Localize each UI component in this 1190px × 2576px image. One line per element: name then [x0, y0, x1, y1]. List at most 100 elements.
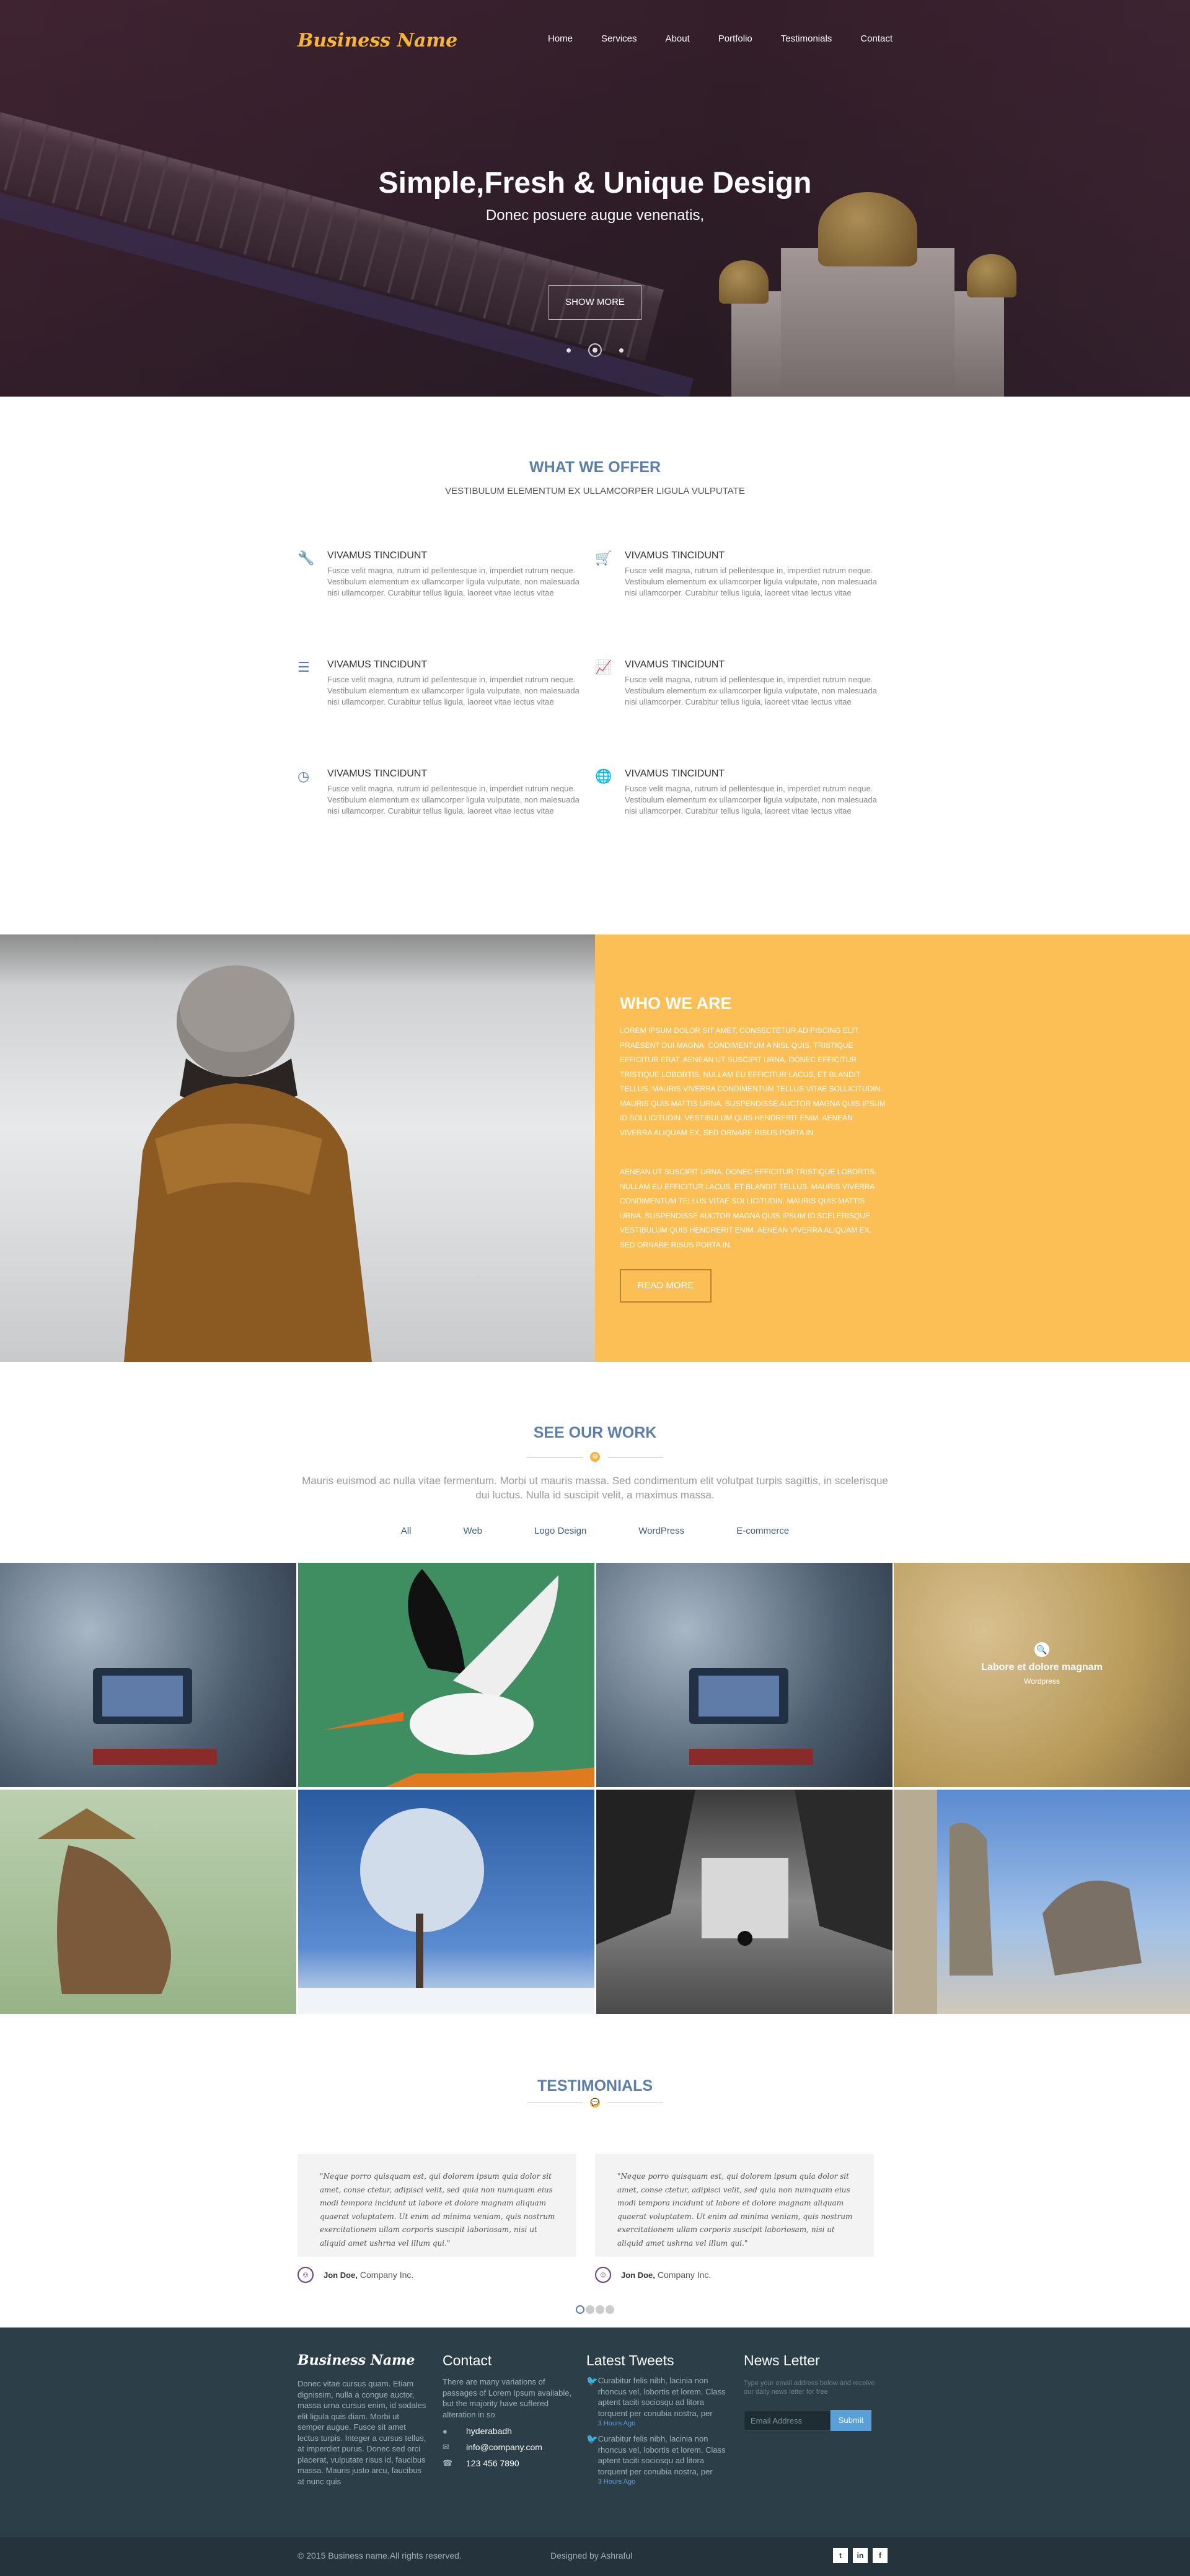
- filter-logo-design[interactable]: Logo Design: [534, 1526, 586, 1536]
- mail-icon: ✉: [443, 2442, 449, 2451]
- nav-testimonials[interactable]: Testimonials: [781, 33, 832, 44]
- portfolio-tile[interactable]: [0, 1563, 296, 1787]
- author-name: Jon Doe,: [621, 2270, 655, 2280]
- feature-text: Fusce velit magna, rutrum id pellentesqu…: [625, 675, 877, 706]
- main-nav: Home Services About Portfolio Testimonia…: [519, 33, 892, 44]
- carousel-dot[interactable]: [596, 2305, 604, 2314]
- filter-web[interactable]: Web: [463, 1526, 482, 1536]
- facebook-icon[interactable]: f: [873, 2548, 888, 2563]
- location-icon: ●: [443, 2426, 447, 2436]
- testimonial-quote: "Neque porro quisquam est, qui dolorem i…: [617, 2172, 853, 2248]
- slider-dot[interactable]: [566, 348, 571, 353]
- offer-subtitle: VESTIBULUM ELEMENTUM EX ULLAMCORPER LIGU…: [445, 486, 745, 496]
- testimonial-card: "Neque porro quisquam est, qui dolorem i…: [595, 2154, 874, 2257]
- hero-subtitle: Donec posuere augue venenatis,: [485, 207, 705, 224]
- portfolio-tile[interactable]: [894, 1790, 1190, 2014]
- newsletter-title: News Letter: [744, 2352, 820, 2368]
- carousel-dot-active[interactable]: [576, 2305, 584, 2314]
- read-more-button[interactable]: READ MORE: [620, 1269, 712, 1303]
- feature-item: ◷ VIVAMUS TINCIDUNT Fusce velit magna, r…: [298, 768, 589, 837]
- nav-home[interactable]: Home: [548, 33, 573, 44]
- wrench-icon: 🔧: [298, 550, 315, 566]
- filter-ecommerce[interactable]: E-commerce: [736, 1526, 789, 1536]
- author-company: Company Inc.: [359, 2270, 414, 2280]
- tweet-time: 3 Hours Ago: [597, 2420, 636, 2427]
- tile-hover-title: Labore et dolore magnam: [981, 1662, 1103, 1673]
- tweet-time: 3 Hours Ago: [597, 2478, 636, 2486]
- testimonial-author: ☺ Jon Doe, Company Inc.: [595, 2267, 711, 2283]
- designer-credit[interactable]: Designed by Ashraful: [550, 2551, 632, 2561]
- feature-item: 🌐 VIVAMUS TINCIDUNT Fusce velit magna, r…: [595, 768, 886, 837]
- contact-address: hyderabadh: [466, 2426, 512, 2436]
- site-logo[interactable]: Business Name: [298, 30, 457, 51]
- portfolio-tile[interactable]: [596, 1790, 892, 2014]
- tweet-text: Curabitur felis nibh, lacinia non rhoncu…: [597, 2434, 726, 2476]
- footer-tweets: Latest Tweets 🐦 Curabitur felis nibh, la…: [586, 2352, 735, 2486]
- feature-item: 🔧 VIVAMUS TINCIDUNT Fusce velit magna, r…: [298, 550, 589, 618]
- who-title: WHO WE ARE: [620, 994, 732, 1013]
- feature-item: 📈 VIVAMUS TINCIDUNT Fusce velit magna, r…: [595, 659, 886, 728]
- tweet-text: Curabitur felis nibh, lacinia non rhoncu…: [597, 2376, 726, 2418]
- newsletter-text: Type your email address below and receiv…: [744, 2380, 875, 2396]
- footer-logo[interactable]: Business Name: [298, 2352, 428, 2368]
- filter-wordpress[interactable]: WordPress: [638, 1526, 684, 1536]
- show-more-button[interactable]: SHOW MORE: [549, 285, 641, 320]
- feature-text: Fusce velit magna, rutrum id pellentesqu…: [327, 675, 580, 706]
- nav-contact[interactable]: Contact: [860, 33, 892, 44]
- feature-title: VIVAMUS TINCIDUNT: [625, 550, 725, 561]
- twitter-icon[interactable]: t: [833, 2548, 848, 2563]
- tweets-title: Latest Tweets: [586, 2352, 674, 2368]
- chart-icon: 📈: [595, 659, 612, 675]
- footer-about-text: Donec vitae cursus quam. Etiam dignissim…: [298, 2379, 426, 2486]
- contact-email[interactable]: info@company.com: [466, 2442, 542, 2452]
- newsletter-submit-button[interactable]: Submit: [831, 2410, 871, 2431]
- carousel-dot[interactable]: [586, 2305, 594, 2314]
- testimonials-title: TESTIMONIALS: [537, 2077, 653, 2095]
- feature-text: Fusce velit magna, rutrum id pellentesqu…: [327, 784, 580, 815]
- nav-portfolio[interactable]: Portfolio: [718, 33, 752, 44]
- globe-icon: 🌐: [595, 768, 612, 784]
- portfolio-tile-hover[interactable]: 🔍 Labore et dolore magnam Wordpress: [894, 1563, 1190, 1787]
- person-illustration: [124, 965, 372, 1362]
- portfolio-tile[interactable]: [298, 1563, 594, 1787]
- feature-title: VIVAMUS TINCIDUNT: [625, 768, 725, 779]
- offer-title: WHAT WE OFFER: [529, 459, 661, 476]
- tile-hover-category: Wordpress: [1024, 1677, 1060, 1686]
- copyright: © 2015 Business name.All rights reserved…: [298, 2551, 462, 2561]
- portfolio-tile[interactable]: [0, 1790, 296, 2014]
- contact-title: Contact: [443, 2352, 492, 2368]
- zoom-icon[interactable]: 🔍: [1034, 1642, 1049, 1657]
- database-icon: ☰: [298, 659, 310, 675]
- avatar-icon: ☺: [298, 2267, 314, 2283]
- filter-all[interactable]: All: [401, 1526, 412, 1536]
- newsletter-email-input[interactable]: Email Address: [744, 2410, 831, 2431]
- feature-title: VIVAMUS TINCIDUNT: [327, 768, 428, 779]
- slider-dot[interactable]: [619, 348, 624, 353]
- portfolio-tile[interactable]: [596, 1563, 892, 1787]
- linkedin-icon[interactable]: in: [853, 2548, 868, 2563]
- avatar-icon: ☺: [595, 2267, 611, 2283]
- author-company: Company Inc.: [657, 2270, 712, 2280]
- feature-text: Fusce velit magna, rutrum id pellentesqu…: [625, 566, 877, 597]
- divider: 💬: [0, 2098, 1190, 2108]
- feature-item: 🛒 VIVAMUS TINCIDUNT Fusce velit magna, r…: [595, 550, 886, 618]
- testimonial-dots: [0, 2305, 1190, 2314]
- testimonial-card: "Neque porro quisquam est, qui dolorem i…: [298, 2154, 576, 2257]
- author-name: Jon Doe,: [324, 2270, 358, 2280]
- hero-title: Simple,Fresh & Unique Design: [378, 167, 812, 200]
- nav-about[interactable]: About: [666, 33, 690, 44]
- gear-icon: ⚙: [590, 1452, 600, 1462]
- portfolio-tile[interactable]: [298, 1790, 594, 2014]
- who-paragraph: Lorem ipsum dolor sit amet, consectetur …: [620, 1026, 886, 1137]
- carousel-dot[interactable]: [606, 2305, 614, 2314]
- nav-services[interactable]: Services: [601, 33, 637, 44]
- feature-title: VIVAMUS TINCIDUNT: [327, 550, 428, 561]
- person-beanie-image: [0, 934, 595, 1362]
- contact-phone[interactable]: 123 456 7890: [466, 2458, 519, 2468]
- social-links: t in f: [833, 2548, 888, 2563]
- who-paragraph: Aenean ut suscipit urna. Donec efficitur…: [620, 1167, 877, 1249]
- slider-dot-active[interactable]: [588, 343, 602, 357]
- feature-item: ☰ VIVAMUS TINCIDUNT Fusce velit magna, r…: [298, 659, 589, 728]
- portfolio-filters: All Web Logo Design WordPress E-commerce: [0, 1526, 1190, 1536]
- basket-icon: 🛒: [595, 550, 612, 566]
